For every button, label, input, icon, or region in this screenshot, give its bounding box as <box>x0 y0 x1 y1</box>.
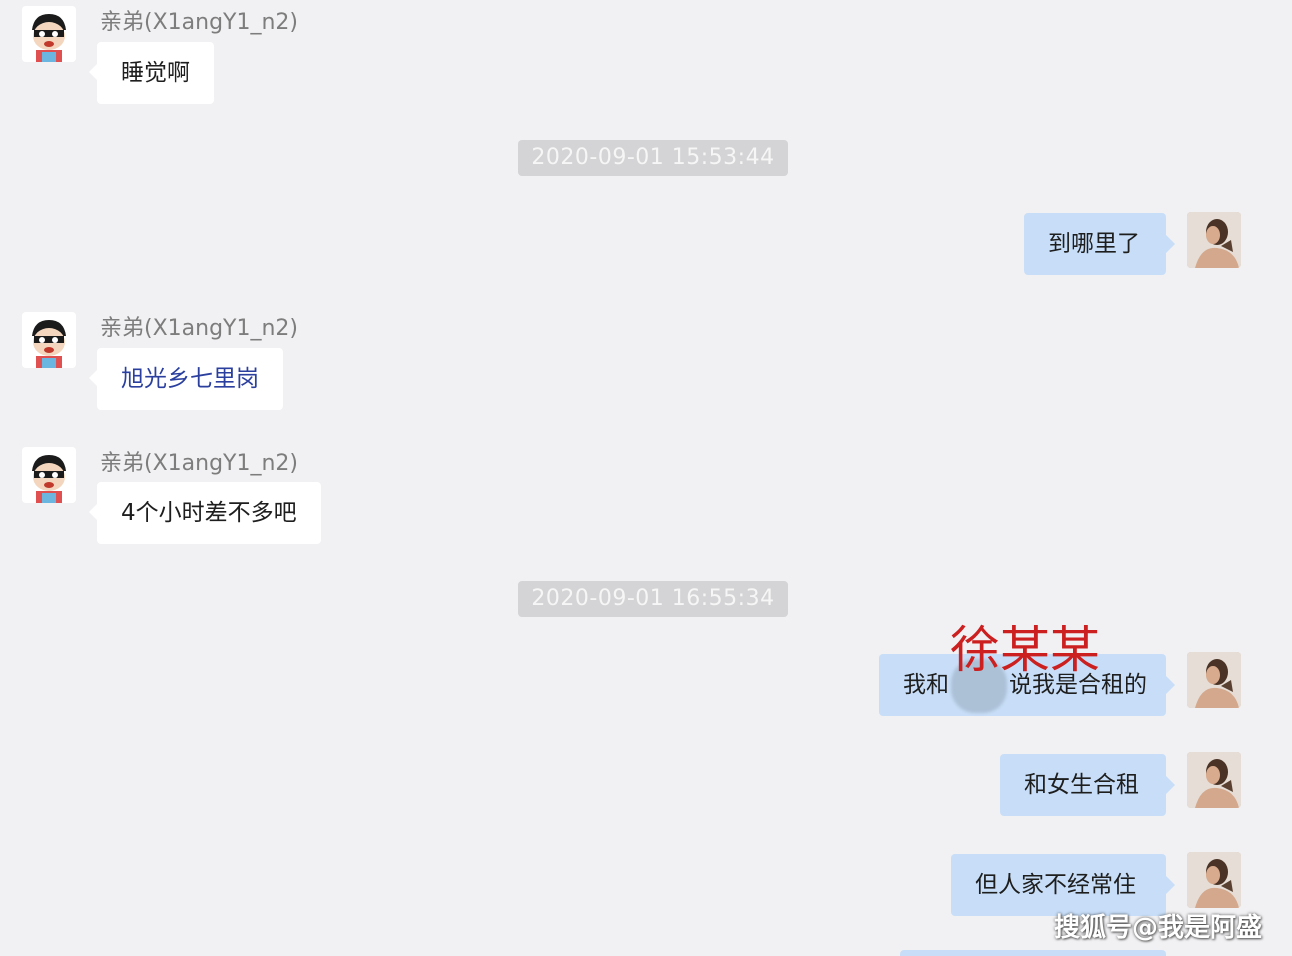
my-avatar[interactable] <box>1187 852 1241 908</box>
friend-avatar[interactable] <box>22 447 76 503</box>
my-avatar[interactable] <box>1187 652 1241 708</box>
message-bubble-outgoing[interactable]: 到哪里了 <box>1024 213 1175 275</box>
message-bubble-incoming[interactable]: 旭光乡七里岗 <box>89 348 283 410</box>
portrait-avatar-icon <box>1187 652 1241 708</box>
message-bubble-incoming[interactable]: 4个小时差不多吧 <box>89 482 321 544</box>
portrait-avatar-icon <box>1187 852 1241 908</box>
portrait-avatar-icon <box>1187 752 1241 808</box>
timestamp: 2020-09-01 16:55:34 <box>518 581 788 617</box>
sender-name: 亲弟(X1angY1_n2) <box>100 451 299 476</box>
message-bubble-incoming[interactable]: 睡觉啊 <box>89 42 214 104</box>
message-bubble-partial[interactable] <box>900 950 1166 956</box>
my-avatar[interactable] <box>1187 212 1241 268</box>
timestamp: 2020-09-01 15:53:44 <box>518 140 788 176</box>
sender-name: 亲弟(X1angY1_n2) <box>100 10 299 35</box>
portrait-avatar-icon <box>1187 212 1241 268</box>
chat-window: 亲弟(X1angY1_n2) 睡觉啊 2020-09-01 15:53:44 到… <box>0 0 1292 956</box>
sender-name: 亲弟(X1angY1_n2) <box>100 316 299 341</box>
message-text-before: 我和 <box>903 672 949 698</box>
cartoon-avatar-icon <box>22 447 76 503</box>
my-avatar[interactable] <box>1187 752 1241 808</box>
cartoon-avatar-icon <box>22 312 76 368</box>
cartoon-avatar-icon <box>22 6 76 62</box>
message-bubble-outgoing[interactable]: 和女生合租 <box>1000 754 1175 816</box>
watermark: 搜狐号@我是阿盛 <box>1053 913 1262 943</box>
friend-avatar[interactable] <box>22 6 76 62</box>
friend-avatar[interactable] <box>22 312 76 368</box>
red-annotation-label: 徐某某 <box>950 621 1100 679</box>
